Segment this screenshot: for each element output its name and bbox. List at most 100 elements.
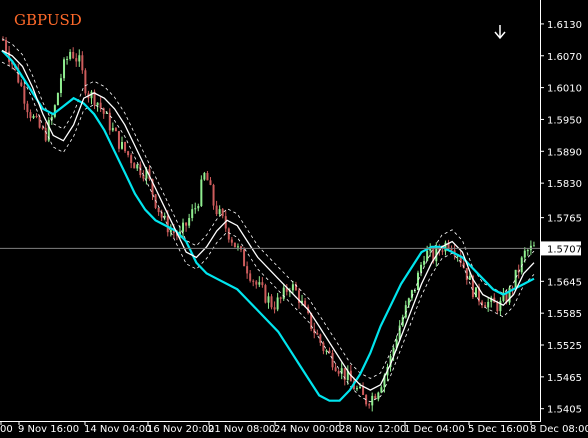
x-tick-label: 16 Nov 20:00 <box>147 424 214 435</box>
candle-body <box>273 307 276 310</box>
candle-body <box>377 392 380 400</box>
candle-body <box>279 297 282 299</box>
current-price-box: 1.5707 <box>541 241 582 256</box>
candle-body <box>325 350 328 352</box>
candle-body <box>380 387 383 393</box>
candle-body <box>249 273 252 281</box>
candle-body <box>35 115 38 117</box>
candle-body <box>331 352 334 368</box>
candle-body <box>236 246 239 248</box>
candle-body <box>523 250 526 258</box>
candle-body <box>29 112 32 118</box>
candle-body <box>194 208 197 210</box>
y-tick-label: 1.5525 <box>547 341 582 352</box>
candle-body <box>246 266 249 274</box>
candle-body <box>44 127 47 141</box>
current-price-label: 1.5707 <box>547 244 582 255</box>
candle-body <box>371 395 374 406</box>
x-tick-label: 21 Nov 08:00 <box>208 424 275 435</box>
candle-body <box>32 115 35 118</box>
candle-body <box>209 180 212 185</box>
x-tick-label: 9 Nov 16:00 <box>18 424 79 435</box>
x-tick-label: 8 Dec 08:00 <box>530 424 588 435</box>
x-tick-label: 00 <box>0 424 13 435</box>
candle-body <box>359 386 362 389</box>
candle-body <box>72 51 75 59</box>
y-tick-label: 1.5830 <box>547 179 582 190</box>
candle-body <box>416 272 419 290</box>
candle-body <box>291 284 294 291</box>
candle-body <box>38 116 41 128</box>
candle-body <box>114 128 117 132</box>
candle-body <box>200 179 203 207</box>
y-tick-label: 1.5465 <box>547 373 582 384</box>
candle-body <box>121 142 124 149</box>
candle-body <box>108 112 111 131</box>
candle-body <box>78 55 81 62</box>
candle-body <box>276 297 279 310</box>
candle-body <box>157 207 160 213</box>
candle-body <box>337 371 340 374</box>
y-tick-label: 1.5890 <box>547 147 582 158</box>
candle-body <box>117 131 120 149</box>
y-tick-label: 1.5645 <box>547 277 582 288</box>
candle-body <box>468 275 471 280</box>
candle-body <box>407 298 410 306</box>
candle-body <box>218 209 221 215</box>
candle-body <box>75 58 78 62</box>
candle-body <box>514 269 517 289</box>
candle-body <box>526 250 529 252</box>
candle-body <box>206 173 209 181</box>
y-tick-label: 1.5405 <box>547 405 582 416</box>
y-tick-label: 1.5585 <box>547 309 582 320</box>
candle-body <box>230 239 233 243</box>
candle-body <box>499 300 502 312</box>
candle-body <box>270 296 273 308</box>
candle-body <box>185 222 188 226</box>
candle-body <box>5 39 8 52</box>
candle-body <box>252 280 255 282</box>
candle-body <box>63 59 66 79</box>
candle-body <box>124 142 127 152</box>
candle-body <box>423 260 426 265</box>
candle-body <box>23 85 26 104</box>
candle-body <box>221 209 224 217</box>
candle-body <box>133 163 136 169</box>
y-tick-label: 1.6010 <box>547 84 582 95</box>
candle-body <box>334 367 337 372</box>
candle-body <box>441 250 444 252</box>
candle-body <box>362 386 365 395</box>
chart-title: GBPUSD <box>14 11 82 29</box>
candle-body <box>227 228 230 240</box>
price-chart[interactable]: 1.6130 1.6070 1.6010 1.5950 1.5890 1.5830 1.57… <box>0 0 588 438</box>
candle-body <box>20 82 23 86</box>
candle-body <box>267 296 270 303</box>
candle-body <box>322 342 325 351</box>
candle-body <box>96 102 99 106</box>
x-tick-label: 14 Nov 04:00 <box>84 424 151 435</box>
candle-body <box>420 264 423 273</box>
candle-body <box>41 127 44 129</box>
candle-body <box>426 250 429 261</box>
candle-body <box>182 222 185 232</box>
candle-body <box>233 242 236 248</box>
x-tick-label: 5 Dec 16:00 <box>468 424 529 435</box>
candle-body <box>215 205 218 215</box>
candle-body <box>59 78 62 93</box>
candle-body <box>130 155 133 164</box>
candle-body <box>258 282 261 285</box>
candle-body <box>316 333 319 335</box>
x-tick-label: 1 Dec 04:00 <box>404 424 465 435</box>
candle-body <box>197 206 200 209</box>
x-tick-label: 28 Nov 12:00 <box>339 424 406 435</box>
candle-body <box>450 248 453 251</box>
candle-body <box>69 51 72 59</box>
candle-body <box>56 92 59 106</box>
candle-body <box>127 151 130 156</box>
y-tick-label: 1.5765 <box>547 214 582 225</box>
candle-body <box>255 281 258 285</box>
y-tick-label: 1.6130 <box>547 20 582 31</box>
candle-body <box>26 103 29 113</box>
candle-body <box>264 285 267 303</box>
candle-body <box>368 404 371 406</box>
